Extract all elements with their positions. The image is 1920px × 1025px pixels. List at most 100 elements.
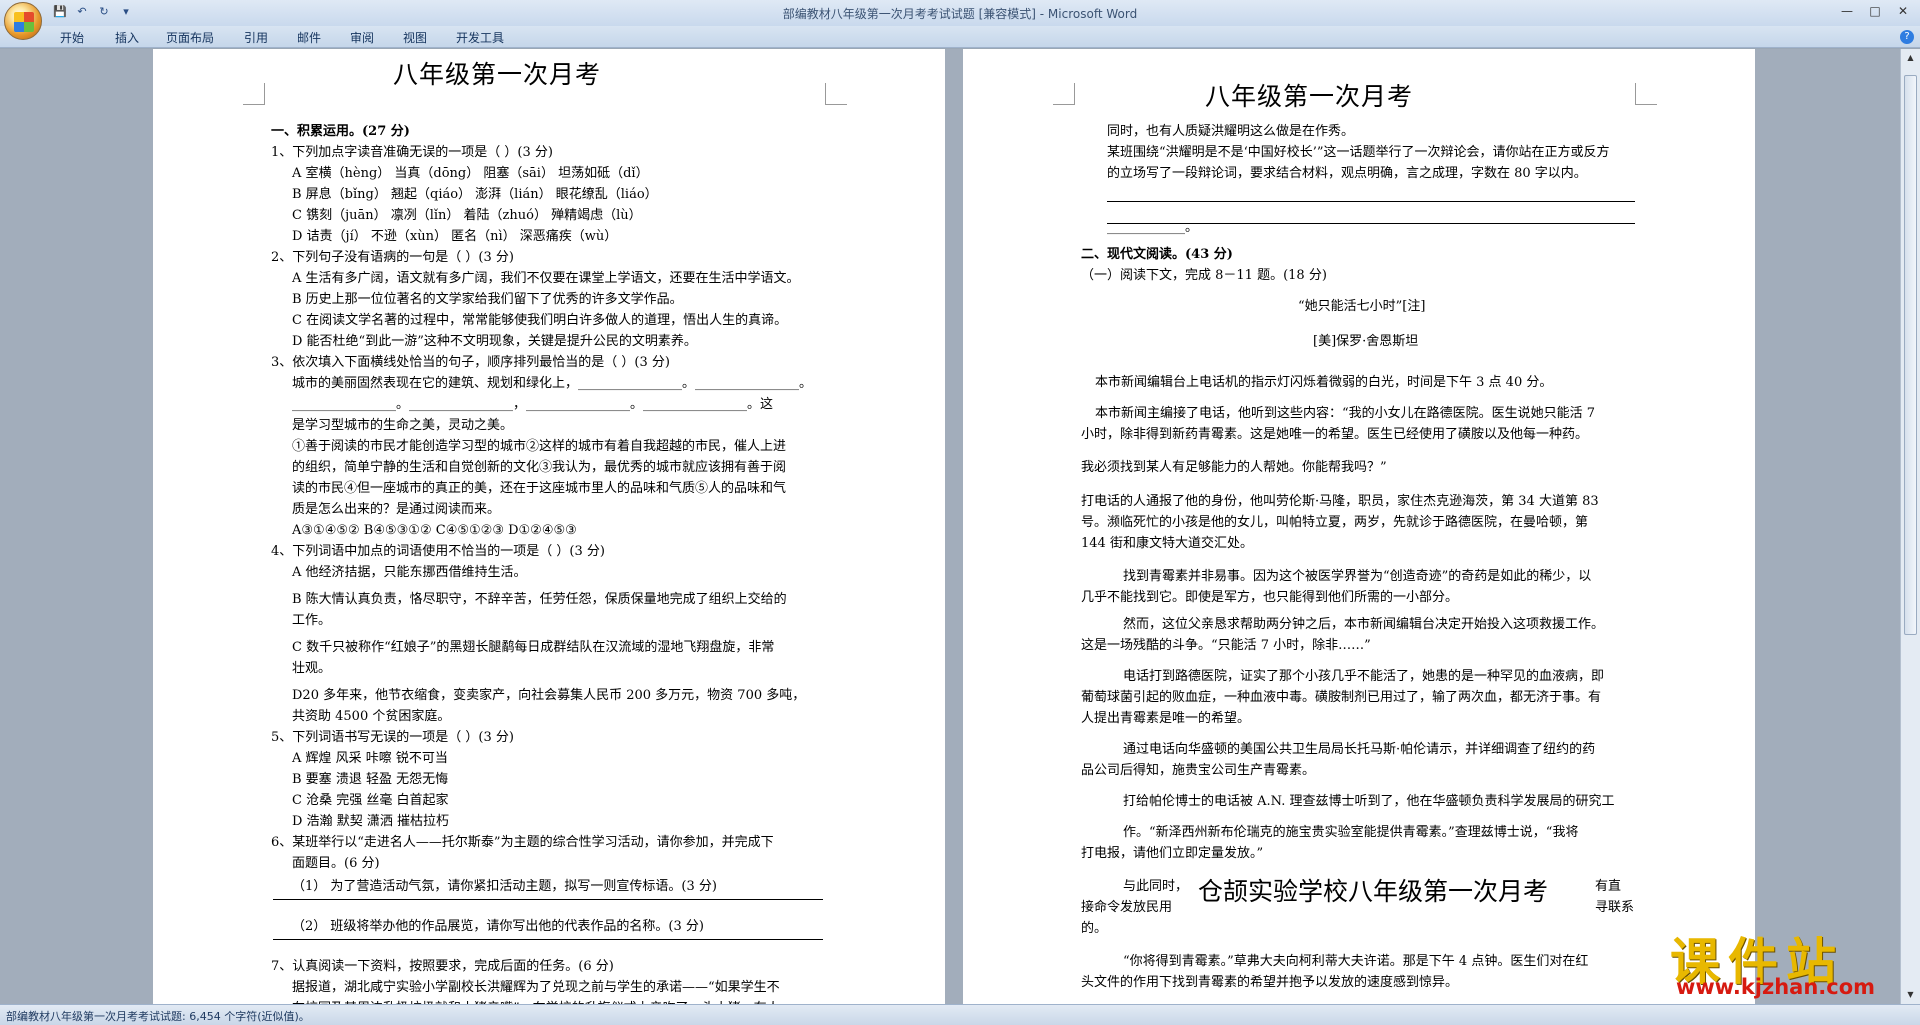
text-line: 人提出青霉素是唯一的希望。 [1081,711,1251,726]
status-bar: 部编教材八年级第一次月考考试试题: 6,454 个字符(近似值)。 [0,1004,1920,1025]
text-line: 打电报，请他们立即定量发放。” [1081,846,1264,861]
text-line: A 辉煌 风采 咔嚓 锐不可当 [292,751,448,766]
text-line: B 要塞 溃退 轻盈 无怨无悔 [292,772,449,787]
text-line: “她只能活七小时”[注] [1298,299,1426,314]
overlay-title: 仓颉实验学校八年级第一次月考 [1190,872,1557,908]
text-line: C 在阅读文学名著的过程中，常常能够使我们明白许多做人的道理，悟出人生的真谛。 [292,313,788,328]
margin-mark [1053,83,1075,105]
answer-line [1107,223,1635,224]
text-line: 头文件的作用下找到青霉素的希望并抱予以发放的速度感到惊异。 [1081,975,1459,990]
ribbon-tabs: 开始 插入 页面布局 引用 邮件 审阅 视图 开发工具 [0,26,1920,48]
text-line: 有直 [1595,879,1622,894]
tab-insert[interactable]: 插入 [115,29,139,46]
text-line: 电话打到路德医院，证实了那个小孩几乎不能活了，她患的是一种罕见的血液病，即 [1123,669,1605,684]
page-1: 八年级第一次月考 一、积累运用。(27 分) 1、下列加点字读音准确无误的一项是（… [153,49,945,1004]
text-line: A 室横（hèng） 当真（dōng） 阻塞（sāi） 坦荡如砥（dǐ） [292,166,649,181]
tab-page-layout[interactable]: 页面布局 [166,29,214,46]
help-icon[interactable]: ? [1900,30,1914,44]
text-line: 这是一场残酷的斗争。“只能活 7 小时，除非……” [1081,638,1371,653]
title-bar: 💾 ↶ ↻ ▾ 部编教材八年级第一次月考考试试题 [兼容模式] - Micros… [0,0,1920,26]
text-line: 据报道，湖北咸宁实验小学副校长洪耀辉为了兑现之前与学生的承诺——“如果学生不 [292,980,780,995]
text-line: 2、下列句子没有语病的一句是（ ）(3 分) [271,250,514,265]
text-line: 6、某班举行以“走进名人——托尔斯泰”为主题的综合性学习活动，请你参加，并完成下 [271,835,774,850]
document-title: 部编教材八年级第一次月考考试试题 [兼容模式] - [782,7,1048,21]
text-line: （2） 班级将举办他的作品展览，请你写出他的代表作品的名称。(3 分) [292,919,704,934]
page-title: 八年级第一次月考 [393,60,602,89]
margin-mark [1635,83,1657,105]
text-line: （1） 为了营造活动气氛，请你紧扣活动主题，拟写一则宣传标语。(3 分) [292,879,717,894]
text-line: 接命令发放民用 [1081,900,1173,915]
text-line: 的组织，简单宁静的生活和自觉创新的文化③我认为，最优秀的城市就应该拥有善于阅 [292,460,787,475]
window-title: 部编教材八年级第一次月考考试试题 [兼容模式] - Microsoft Word [0,5,1920,22]
answer-line [1107,201,1635,202]
text-line: 品公司后得知，施贵宝公司生产青霉素。 [1081,763,1316,778]
scroll-thumb[interactable] [1904,75,1917,635]
text-line: 3、依次填入下面横线处恰当的句子，顺序排列最恰当的是（ ）(3 分) [271,355,670,370]
scroll-down-icon[interactable]: ▼ [1904,988,1917,1002]
scroll-up-icon[interactable]: ▲ [1904,51,1917,65]
answer-line [273,899,823,900]
minimize-button[interactable]: — [1834,2,1860,20]
text-line: [美]保罗·舍恩斯坦 [1313,334,1419,349]
margin-mark [243,83,265,105]
document-workspace: 八年级第一次月考 一、积累运用。(27 分) 1、下列加点字读音准确无误的一项是（… [0,49,1900,1004]
text-line: 葡萄球菌引起的败血症，一种血液中毒。磺胺制剂已用过了，输了两次血，都无济于事。有 [1081,690,1602,705]
text-line: 的。 [1081,921,1108,936]
tab-view[interactable]: 视图 [403,29,427,46]
text-line: 共资助 4500 个贫困家庭。 [292,709,451,724]
text-line: B 屏息（bǐng） 翘起（qiáo） 澎湃（lián） 眼花缭乱（liáo） [292,187,658,202]
text-line: 城市的美丽固然表现在它的建筑、规划和绿化上，________________。_… [292,376,813,391]
text-line: 壮观。 [292,661,332,676]
office-button[interactable] [4,2,42,40]
word-count[interactable]: 部编教材八年级第一次月考考试试题: 6,454 个字符(近似值)。 [6,1010,310,1023]
tab-mailings[interactable]: 邮件 [297,29,321,46]
page-2: 八年级第一次月考 同时，也有人质疑洪耀明这么做是在作秀。某班围绕“洪耀明是不是‘… [963,49,1755,1004]
text-line: ________________。________________，______… [292,397,774,412]
maximize-button[interactable]: □ [1862,2,1888,20]
page-title: 八年级第一次月考 [1205,82,1414,111]
text-line: 然而，这位父亲恳求帮助两分钟之后，本市新闻编辑台决定开始投入这项救援工作。 [1123,617,1605,632]
text-line: 同时，也有人质疑洪耀明这么做是在作秀。 [1107,124,1355,139]
tab-developer[interactable]: 开发工具 [456,29,504,46]
tab-home[interactable]: 开始 [60,29,84,46]
text-line: B 陈大情认真负责，恪尽职守，不辞辛苦，任劳任怨，保质保量地完成了组织上交给的 [292,592,787,607]
text-line: 面题目。(6 分) [292,856,380,871]
text-line: D 浩瀚 默契 潇洒 摧枯拉朽 [292,814,449,829]
text-line: A 他经济拮据，只能东挪西借维持生活。 [292,565,527,580]
text-line: 作。“新泽西州新布伦瑞克的施宝贵实验室能提供青霉素。”查理兹博士说，“我将 [1123,825,1579,840]
text-line: 7、认真阅读一下资料，按照要求，完成后面的任务。(6 分) [271,959,614,974]
vertical-scrollbar[interactable]: ▲ ▼ [1900,49,1920,1004]
watermark-url: www.kjzhan.com [1676,975,1876,999]
text-line: C 镌刻（juān） 凛冽（lǐn） 着陆（zhuó） 殚精竭虑（lù） [292,208,642,223]
text-line: 读的市民④但一座城市的真正的美，还在于这座城市里人的品味和气质⑤人的品味和气 [292,481,787,496]
text-line: 打给帕伦博士的电话被 A.N. 理查兹博士听到了，他在华盛顿负责科学发展局的研究… [1123,794,1615,809]
office-logo-icon [14,12,34,32]
text-line: 本市新闻编辑台上电话机的指示灯闪烁着微弱的白光，时间是下午 3 点 40 分。 [1095,375,1553,390]
text-line: 号。濒临死忙的小孩是他的女儿，叫帕特立夏，两岁，先就诊于路德医院，在曼哈顿，第 [1081,515,1589,530]
text-line: 某班围绕“洪耀明是不是‘中国好校长’”这一话题举行了一次辩论会，请你站在正方或反… [1107,145,1610,160]
tab-references[interactable]: 引用 [244,29,268,46]
text-line: B 历史上那一位位著名的文学家给我们留下了优秀的许多文学作品。 [292,292,683,307]
window-controls: — □ ✕ [1834,2,1916,20]
text-line: 一、积累运用。(27 分) [271,124,410,139]
close-button[interactable]: ✕ [1890,2,1916,20]
tab-review[interactable]: 审阅 [350,29,374,46]
text-line: 我必须找到某人有足够能力的人帮她。你能帮我吗？” [1081,460,1387,475]
text-line: 5、下列词语书写无误的一项是（ ）(3 分) [271,730,514,745]
text-line: A 生活有多广阔，语文就有多广阔，我们不仅要在课堂上学语文，还要在生活中学语文。 [292,271,800,286]
text-line: 质是怎么出来的？是通过阅读而来。 [292,502,501,517]
app-name: Microsoft Word [1047,7,1138,21]
text-line: （一）阅读下文，完成 8－11 题。(18 分) [1081,268,1327,283]
text-line: C 沧桑 完强 丝毫 白首起家 [292,793,449,808]
text-line: D20 多年来，他节衣缩食，变卖家产，向社会募集人民币 200 多万元，物资 7… [292,688,806,703]
text-line: 4、下列词语中加点的词语使用不恰当的一项是（ ）(3 分) [271,544,605,559]
text-line: 与此同时， [1123,879,1189,894]
text-line: 是学习型城市的生命之美，灵动之美。 [292,418,514,433]
text-line: 找到青霉素并非易事。因为这个被医学界誉为“创造奇迹”的奇药是如此的稀少，以 [1123,569,1592,584]
text-line: 通过电话向华盛顿的美国公共卫生局局长托马斯·帕伦请示，并详细调查了纽约的药 [1123,742,1596,757]
text-line: 的立场写了一段辩论词，要求结合材料，观点明确，言之成理，字数在 80 字以内。 [1107,166,1587,181]
text-line: “你将得到青霉素。”草弗大夫向柯利蒂大夫许诺。那是下午 4 点钟。医生们对在红 [1123,954,1589,969]
answer-line [273,939,823,940]
margin-mark [825,83,847,105]
text-line: A③①④⑤② B④⑤③①② C④⑤①②③ D①②④⑤③ [292,523,577,538]
